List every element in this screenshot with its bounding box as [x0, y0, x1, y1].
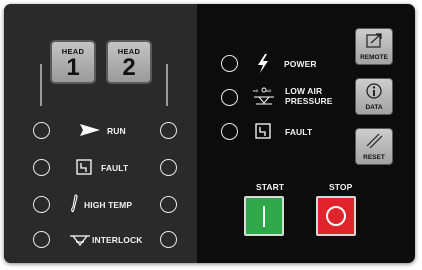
control-panel: HEAD 1 HEAD 2 RUN FAULT HIGH TEMP INTERL…: [4, 4, 415, 263]
stop-button[interactable]: [316, 196, 356, 236]
thermometer-icon: [71, 194, 78, 213]
reset-button[interactable]: RESET: [355, 128, 393, 165]
interlock-led-head-2: [160, 231, 177, 248]
start-label: START: [256, 182, 285, 192]
high-temp-label: HIGH TEMP: [84, 200, 133, 210]
low-air-label-line2: PRESSURE: [285, 96, 333, 106]
interlock-icon: [70, 235, 90, 246]
fault-led-main: [221, 123, 238, 140]
power-lightning-icon: [258, 54, 268, 73]
reset-icon: [366, 133, 383, 149]
fault-icon-main: [255, 123, 271, 139]
head-1-number: 1: [66, 54, 80, 81]
left-panel: HEAD 1 HEAD 2 RUN FAULT HIGH TEMP INTERL…: [4, 4, 197, 263]
remote-icon: [366, 33, 382, 48]
svg-text:⇨: ⇨: [266, 87, 272, 95]
info-icon: [366, 83, 382, 99]
run-label: RUN: [107, 126, 126, 136]
start-bar-icon: [263, 206, 265, 227]
fault-label-right: FAULT: [285, 127, 313, 137]
fault-led-head-2: [160, 159, 177, 176]
fault-led-head-1: [33, 159, 50, 176]
low-air-label-line1: LOW AIR: [285, 86, 323, 96]
fault-label-left: FAULT: [101, 163, 129, 173]
air-pressure-icon: ⇨ ⇨: [253, 87, 274, 105]
interlock-label: INTERLOCK: [92, 235, 143, 245]
run-led-head-2: [160, 122, 177, 139]
high-temp-led-head-1: [33, 196, 50, 213]
left-bracket: [40, 64, 42, 106]
data-button[interactable]: DATA: [355, 78, 393, 115]
head-2-button[interactable]: HEAD 2: [106, 40, 152, 84]
power-label: POWER: [284, 59, 317, 69]
stop-circle-icon: [326, 206, 346, 226]
svg-text:⇨: ⇨: [253, 87, 259, 95]
reset-label: RESET: [363, 154, 385, 161]
remote-button[interactable]: REMOTE: [355, 28, 393, 65]
start-button[interactable]: [244, 196, 284, 236]
run-arrow-icon: [80, 124, 100, 136]
low-air-pressure-led: [221, 89, 238, 106]
interlock-led-head-1: [33, 231, 50, 248]
run-led-head-1: [33, 122, 50, 139]
right-bracket: [166, 64, 168, 106]
stop-label: STOP: [329, 182, 353, 192]
head-2-number: 2: [122, 54, 136, 81]
remote-label: REMOTE: [360, 54, 388, 61]
fault-icon: [76, 159, 92, 175]
power-led: [221, 55, 238, 72]
high-temp-led-head-2: [160, 196, 177, 213]
data-label: DATA: [365, 104, 383, 111]
head-1-button[interactable]: HEAD 1: [50, 40, 96, 84]
